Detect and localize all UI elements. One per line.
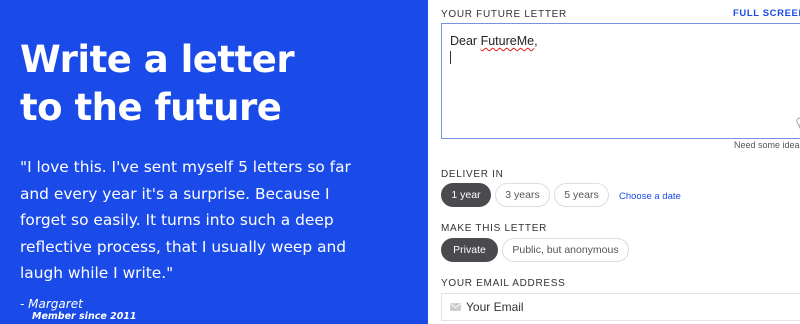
greeting-prefix: Dear bbox=[450, 34, 481, 48]
text-cursor bbox=[450, 51, 451, 64]
hero-title-line-1: Write a letter bbox=[20, 38, 295, 81]
choose-date-link[interactable]: Choose a date bbox=[619, 191, 681, 202]
ideas-link[interactable]: Need some ideas bbox=[734, 140, 800, 150]
deliver-option-1-year[interactable]: 1 year bbox=[441, 183, 491, 207]
testimonial-quote: "I love this. I've sent myself 5 letters… bbox=[20, 154, 420, 287]
privacy-option-public[interactable]: Public, but anonymous bbox=[502, 238, 629, 262]
letter-greeting: Dear FutureMe, bbox=[450, 34, 538, 48]
fullscreen-label: FULL SCREEN bbox=[733, 8, 800, 19]
letter-textarea[interactable]: Dear FutureMe, bbox=[441, 23, 800, 139]
testimonial-member-since: Member since 2011 bbox=[32, 310, 137, 322]
hero-panel: Write a letter to the future "I love thi… bbox=[0, 0, 428, 324]
email-field[interactable] bbox=[441, 293, 800, 321]
letter-label: YOUR FUTURE LETTER bbox=[441, 9, 567, 20]
greeting-name: FutureMe bbox=[480, 34, 535, 48]
quote-line: reflective process, that I usually weep … bbox=[20, 237, 347, 256]
quote-line: laugh while I write." bbox=[20, 264, 174, 282]
deliver-label: DELIVER IN bbox=[441, 169, 504, 180]
deliver-option-5-years[interactable]: 5 years bbox=[554, 183, 609, 207]
mail-icon bbox=[450, 303, 461, 311]
email-input[interactable] bbox=[466, 297, 786, 317]
quote-line: "I love this. I've sent myself 5 letters… bbox=[20, 158, 351, 176]
privacy-option-private[interactable]: Private bbox=[441, 238, 498, 262]
testimonial-author: - Margaret bbox=[20, 296, 83, 311]
privacy-label: MAKE THIS LETTER bbox=[441, 223, 548, 234]
hero-title: Write a letter to the future bbox=[20, 36, 428, 132]
letter-form: YOUR FUTURE LETTER FULL SCREEN⇕ Dear Fut… bbox=[428, 0, 800, 324]
lightbulb-icon[interactable] bbox=[795, 117, 800, 129]
page: Write a letter to the future "I love thi… bbox=[0, 0, 800, 324]
deliver-option-3-years[interactable]: 3 years bbox=[495, 183, 550, 207]
hero-title-line-2: to the future bbox=[20, 86, 282, 129]
email-label: YOUR EMAIL ADDRESS bbox=[441, 278, 566, 289]
greeting-suffix: , bbox=[534, 34, 538, 48]
quote-line: and every year it's a surprise. Because … bbox=[20, 184, 330, 203]
quote-line: forget so easily. It turns into such a d… bbox=[20, 211, 334, 229]
fullscreen-button[interactable]: FULL SCREEN⇕ bbox=[733, 8, 800, 19]
